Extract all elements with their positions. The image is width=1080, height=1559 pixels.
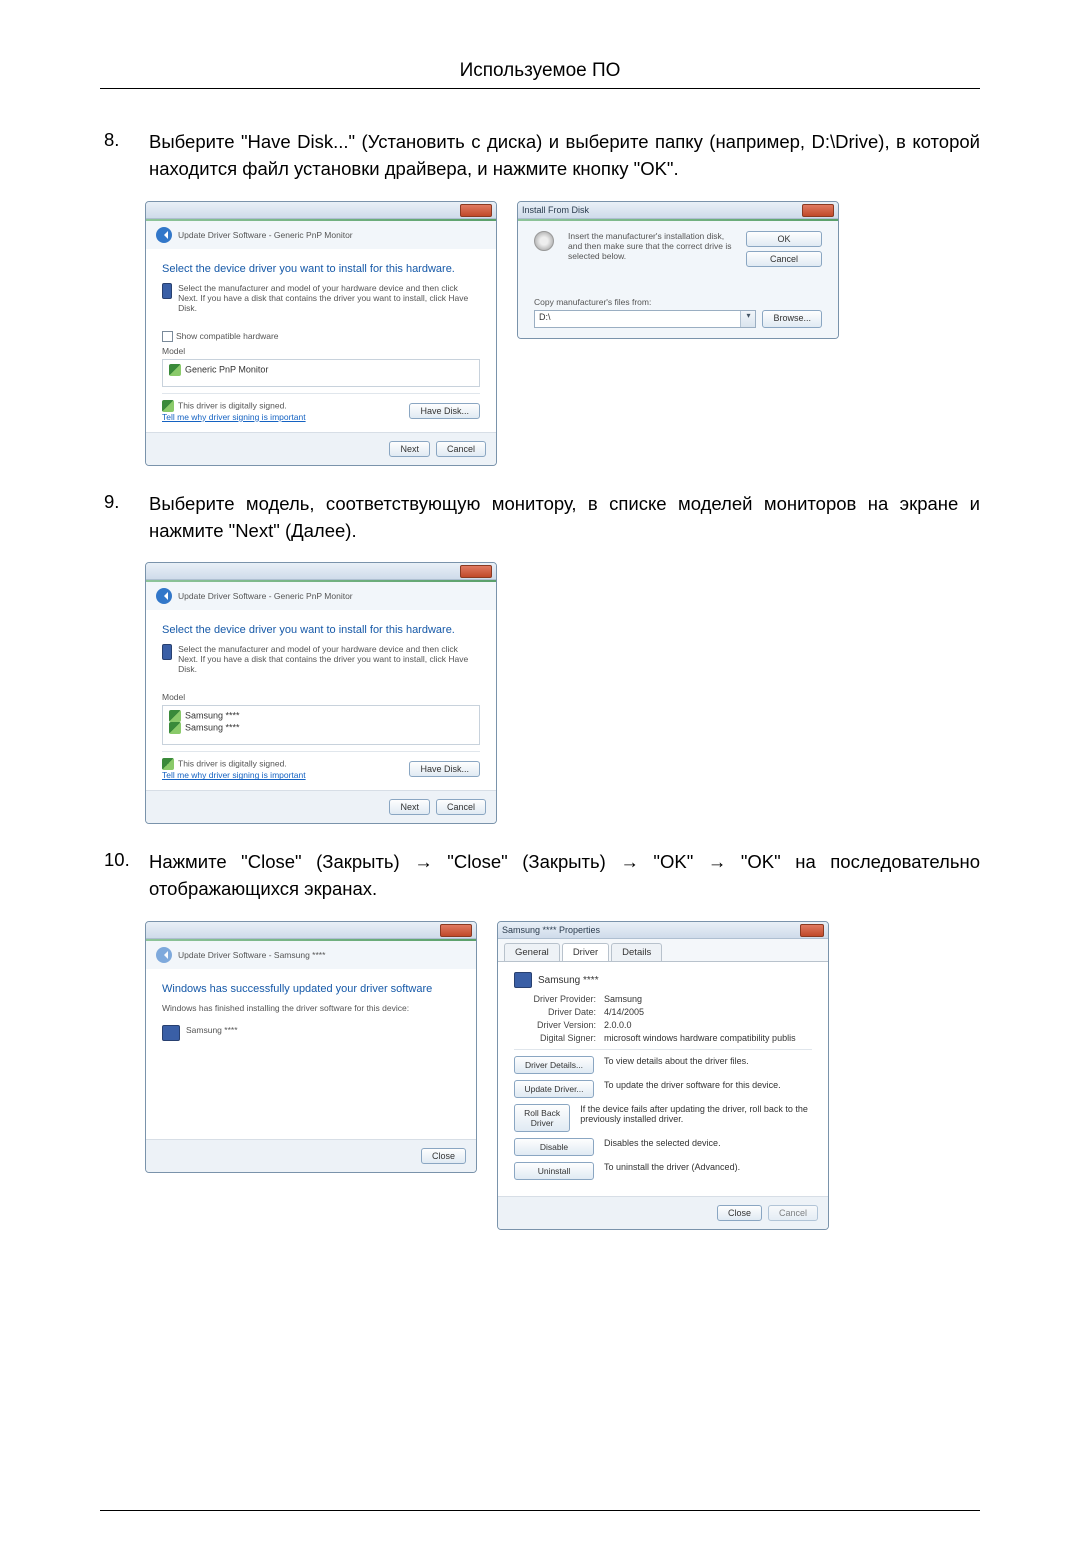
next-button[interactable]: Next bbox=[389, 441, 430, 457]
model-item-1[interactable]: Samsung **** bbox=[185, 711, 240, 721]
close-icon[interactable] bbox=[802, 204, 834, 217]
dialog-update-success: Update Driver Software - Samsung **** Wi… bbox=[145, 921, 477, 1173]
signer-value: microsoft windows hardware compatibility… bbox=[604, 1033, 796, 1043]
heading: Windows has successfully updated your dr… bbox=[162, 983, 460, 995]
show-compat-label: Show compatible hardware bbox=[176, 331, 279, 341]
disable-desc: Disables the selected device. bbox=[604, 1138, 721, 1156]
model-list[interactable]: Samsung **** Samsung **** bbox=[162, 705, 480, 745]
uninstall-button[interactable]: Uninstall bbox=[514, 1162, 594, 1180]
show-compat-checkbox[interactable] bbox=[162, 331, 173, 342]
close-icon[interactable] bbox=[800, 924, 824, 937]
disable-button[interactable]: Disable bbox=[514, 1138, 594, 1156]
have-disk-button[interactable]: Have Disk... bbox=[409, 403, 480, 419]
dialog-select-driver: Update Driver Software - Generic PnP Mon… bbox=[145, 201, 497, 466]
signing-link[interactable]: Tell me why driver signing is important bbox=[162, 412, 306, 422]
tab-details[interactable]: Details bbox=[611, 943, 662, 961]
update-driver-button[interactable]: Update Driver... bbox=[514, 1080, 594, 1098]
step-8-text: Выберите "Have Disk..." (Установить с ди… bbox=[149, 129, 980, 183]
bottom-rule bbox=[100, 1510, 980, 1511]
monitor-icon bbox=[162, 283, 172, 299]
step-9-number: 9. bbox=[100, 491, 149, 545]
heading: Select the device driver you want to ins… bbox=[162, 263, 480, 275]
close-button[interactable]: Close bbox=[717, 1205, 762, 1221]
signed-text: This driver is digitally signed. bbox=[178, 400, 287, 410]
close-icon[interactable] bbox=[440, 924, 472, 937]
model-label: Model bbox=[162, 692, 480, 702]
shield-icon bbox=[162, 400, 174, 412]
tab-general[interactable]: General bbox=[504, 943, 560, 961]
model-label: Model bbox=[162, 346, 480, 356]
signed-text: This driver is digitally signed. bbox=[178, 759, 287, 769]
date-label: Driver Date: bbox=[514, 1007, 604, 1017]
shield-icon bbox=[162, 758, 174, 770]
heading: Select the device driver you want to ins… bbox=[162, 624, 480, 636]
back-icon bbox=[156, 947, 172, 963]
driver-details-desc: To view details about the driver files. bbox=[604, 1056, 749, 1074]
signer-label: Digital Signer: bbox=[514, 1033, 604, 1043]
top-rule bbox=[100, 88, 980, 89]
close-button[interactable]: Close bbox=[421, 1148, 466, 1164]
next-button[interactable]: Next bbox=[389, 799, 430, 815]
disk-icon bbox=[534, 231, 554, 251]
shield-icon bbox=[169, 364, 181, 376]
step-8-number: 8. bbox=[100, 129, 149, 183]
rollback-driver-desc: If the device fails after updating the d… bbox=[580, 1104, 812, 1132]
shield-icon bbox=[169, 710, 181, 722]
monitor-icon bbox=[162, 644, 172, 660]
signing-link[interactable]: Tell me why driver signing is important bbox=[162, 770, 306, 780]
close-icon[interactable] bbox=[460, 204, 492, 217]
dialog-title: Install From Disk bbox=[522, 205, 589, 215]
close-icon[interactable] bbox=[460, 565, 492, 578]
monitor-icon bbox=[514, 972, 532, 988]
version-value: 2.0.0.0 bbox=[604, 1020, 632, 1030]
monitor-icon bbox=[162, 1025, 180, 1041]
chevron-down-icon[interactable]: ▾ bbox=[740, 311, 755, 327]
tab-driver[interactable]: Driver bbox=[562, 943, 609, 961]
provider-value: Samsung bbox=[604, 994, 642, 1004]
dialog-select-model: Update Driver Software - Generic PnP Mon… bbox=[145, 562, 497, 824]
cancel-button[interactable]: Cancel bbox=[746, 251, 822, 267]
breadcrumb: Update Driver Software - Samsung **** bbox=[178, 950, 325, 960]
driver-details-button[interactable]: Driver Details... bbox=[514, 1056, 594, 1074]
version-label: Driver Version: bbox=[514, 1020, 604, 1030]
message-text: Insert the manufacturer's installation d… bbox=[568, 231, 738, 267]
cancel-button[interactable]: Cancel bbox=[436, 799, 486, 815]
copy-from-label: Copy manufacturer's files from: bbox=[534, 297, 822, 307]
hint-text: Select the manufacturer and model of you… bbox=[178, 283, 480, 313]
path-combo[interactable]: D:\ ▾ bbox=[534, 310, 756, 328]
breadcrumb: Update Driver Software - Generic PnP Mon… bbox=[178, 230, 353, 240]
have-disk-button[interactable]: Have Disk... bbox=[409, 761, 480, 777]
hint-text: Select the manufacturer and model of you… bbox=[178, 644, 480, 674]
model-list[interactable]: Generic PnP Monitor bbox=[162, 359, 480, 387]
uninstall-desc: To uninstall the driver (Advanced). bbox=[604, 1162, 740, 1180]
step-10-text: Нажмите "Close" (Закрыть) → "Close" (Зак… bbox=[149, 849, 980, 903]
step-9-text: Выберите модель, соответствующую монитор… bbox=[149, 491, 980, 545]
ok-button[interactable]: OK bbox=[746, 231, 822, 247]
device-name: Samsung **** bbox=[186, 1025, 238, 1035]
step-10-number: 10. bbox=[100, 849, 149, 903]
dialog-device-properties: Samsung **** Properties General Driver D… bbox=[497, 921, 829, 1230]
model-item-2[interactable]: Samsung **** bbox=[185, 723, 240, 733]
dialog-title: Samsung **** Properties bbox=[502, 925, 600, 935]
breadcrumb: Update Driver Software - Generic PnP Mon… bbox=[178, 591, 353, 601]
update-driver-desc: To update the driver software for this d… bbox=[604, 1080, 781, 1098]
dialog-install-from-disk: Install From Disk Insert the manufacture… bbox=[517, 201, 839, 339]
date-value: 4/14/2005 bbox=[604, 1007, 644, 1017]
provider-label: Driver Provider: bbox=[514, 994, 604, 1004]
model-item: Generic PnP Monitor bbox=[185, 364, 268, 374]
shield-icon bbox=[169, 722, 181, 734]
rollback-driver-button[interactable]: Roll Back Driver bbox=[514, 1104, 570, 1132]
back-icon[interactable] bbox=[156, 588, 172, 604]
cancel-button[interactable]: Cancel bbox=[436, 441, 486, 457]
device-name: Samsung **** bbox=[538, 975, 599, 986]
path-value: D:\ bbox=[535, 311, 740, 327]
sub-text: Windows has finished installing the driv… bbox=[162, 1003, 460, 1013]
cancel-button: Cancel bbox=[768, 1205, 818, 1221]
back-icon[interactable] bbox=[156, 227, 172, 243]
page-title: Используемое ПО bbox=[100, 60, 980, 82]
browse-button[interactable]: Browse... bbox=[762, 310, 822, 328]
